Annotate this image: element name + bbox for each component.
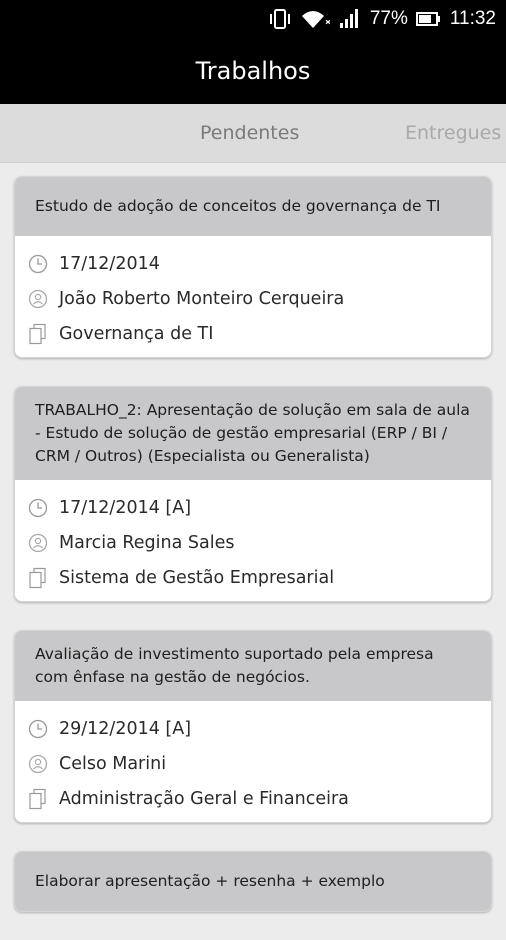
app-bar: Trabalhos <box>0 38 506 104</box>
assignment-list: Estudo de adoção de conceitos de governa… <box>14 176 492 940</box>
clock-icon <box>27 497 49 519</box>
wifi-icon <box>300 8 330 30</box>
due-date: 17/12/2014 <box>59 253 160 274</box>
teacher-name: Marcia Regina Sales <box>59 532 235 553</box>
teacher-row: Marcia Regina Sales <box>15 525 491 560</box>
teacher-name: Celso Marini <box>59 753 167 774</box>
due-date-row: 17/12/2014 <box>15 246 491 281</box>
assignment-card[interactable]: Avaliação de investimento suportado pela… <box>14 630 492 823</box>
battery-percent: 77% <box>369 8 408 29</box>
assignment-title: TRABALHO_2: Apresentação de solução em s… <box>15 387 491 480</box>
vibrate-icon <box>268 8 292 30</box>
assignment-title: Avaliação de investimento suportado pela… <box>15 631 491 701</box>
tab-pendentes[interactable]: Pendentes <box>200 104 299 162</box>
teacher-row: João Roberto Monteiro Cerqueira <box>15 281 491 316</box>
due-date: 29/12/2014 [A] <box>59 718 192 739</box>
status-bar: 77% 11:32 <box>0 0 506 38</box>
assignment-card[interactable]: Elaborar apresentação + resenha + exempl… <box>14 851 492 912</box>
due-date-row: 29/12/2014 [A] <box>15 711 491 746</box>
page-title: Trabalhos <box>195 57 311 85</box>
due-date: 17/12/2014 [A] <box>59 497 192 518</box>
assignment-card[interactable]: Estudo de adoção de conceitos de governa… <box>14 176 492 358</box>
teacher-row: Celso Marini <box>15 746 491 781</box>
person-icon <box>27 753 49 775</box>
signal-icon <box>338 8 362 30</box>
person-icon <box>27 532 49 554</box>
course-name: Administração Geral e Financeira <box>59 788 349 809</box>
assignment-title: Elaborar apresentação + resenha + exempl… <box>15 852 491 911</box>
person-icon <box>27 288 49 310</box>
clock-icon <box>27 253 49 275</box>
assignment-card[interactable]: TRABALHO_2: Apresentação de solução em s… <box>14 386 492 602</box>
course-row: Governança de TI <box>15 316 491 351</box>
course-row: Administração Geral e Financeira <box>15 781 491 816</box>
assignment-title: Estudo de adoção de conceitos de governa… <box>15 177 491 236</box>
course-name: Sistema de Gestão Empresarial <box>59 567 335 588</box>
tab-bar: Pendentes Entregues <box>0 104 506 163</box>
clock-icon <box>27 718 49 740</box>
copy-icon <box>27 788 49 810</box>
due-date-row: 17/12/2014 [A] <box>15 490 491 525</box>
tab-entregues[interactable]: Entregues <box>405 104 501 162</box>
copy-icon <box>27 567 49 589</box>
copy-icon <box>27 323 49 345</box>
battery-icon <box>415 9 442 29</box>
course-name: Governança de TI <box>59 323 214 344</box>
status-time: 11:32 <box>449 8 496 29</box>
teacher-name: João Roberto Monteiro Cerqueira <box>59 288 345 309</box>
course-row: Sistema de Gestão Empresarial <box>15 560 491 595</box>
